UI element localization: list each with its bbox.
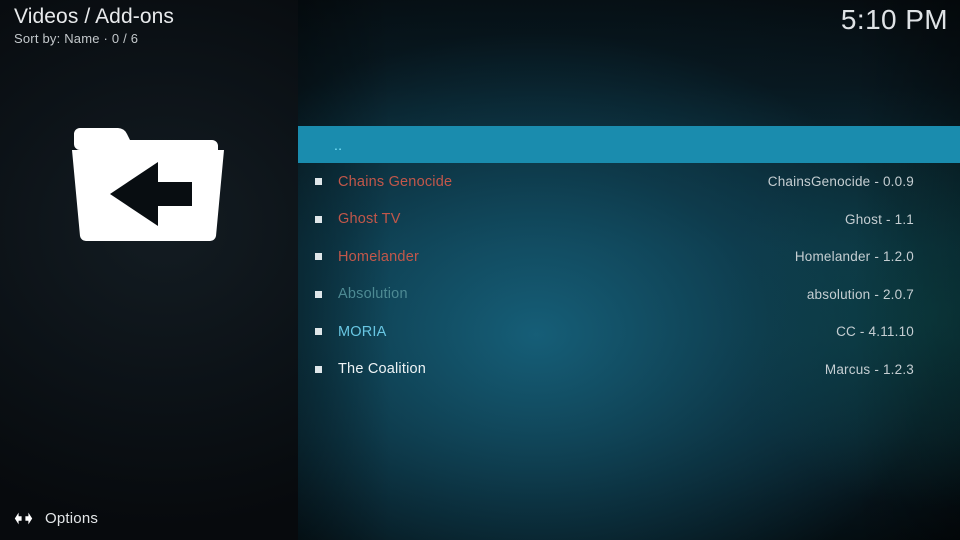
list-item[interactable]: Ghost TV Ghost - 1.1 [298,201,960,239]
sort-info-label: Sort by: Name · 0 / 6 [14,31,139,46]
kodi-addon-browser-screen: Videos / Add-ons Sort by: Name · 0 / 6 O… [0,0,960,540]
list-item-bullet-icon [315,365,322,373]
list-item-bullet-icon [315,253,322,261]
folder-up-icon [62,104,242,244]
list-item-label: The Coalition [338,361,427,378]
list-item-bullet-icon [315,215,322,223]
options-label: Options [45,509,99,527]
header-block: Videos / Add-ons Sort by: Name · 0 / 6 [14,4,294,46]
list-item-bullet-icon [315,328,322,336]
list-item[interactable]: MORIA CC - 4.11.10 [298,313,960,351]
clock-label: 5:10 PM [840,4,948,35]
list-item-version: Marcus - 1.2.3 [824,361,914,377]
list-item-bullet-icon [315,290,322,298]
page-title: Videos / Add-ons [14,5,174,28]
list-item[interactable]: .. [298,126,960,163]
list-item-label: Ghost TV [338,211,401,228]
list-item-version: absolution - 2.0.7 [806,286,914,302]
list-item[interactable]: Chains Genocide ChainsGenocide - 0.0.9 [298,163,960,201]
list-item-version: CC - 4.11.10 [836,324,914,340]
list-item-label: .. [334,136,343,153]
list-item-label: Chains Genocide [338,173,453,190]
list-item[interactable]: The Coalition Marcus - 1.2.3 [298,351,960,389]
options-arrows-icon [14,509,33,528]
addon-list: .. Chains Genocide ChainsGenocide - 0.0.9 G… [298,126,960,388]
list-item-version: Ghost - 1.1 [845,211,914,227]
list-item-label: Absolution [338,286,408,303]
list-item-label: MORIA [338,323,387,340]
list-item-label: Homelander [338,248,419,265]
right-content-panel: 5:10 PM .. Chains Genocide ChainsGenocide … [298,0,960,540]
list-item[interactable]: Homelander Homelander - 1.2.0 [298,238,960,276]
list-item[interactable]: Absolution absolution - 2.0.7 [298,276,960,314]
list-item-version: ChainsGenocide - 0.0.9 [767,174,914,190]
options-button[interactable]: Options [8,504,104,532]
list-item-version: Homelander - 1.2.0 [794,249,914,265]
list-item-bullet-icon [315,178,322,186]
left-info-panel: Videos / Add-ons Sort by: Name · 0 / 6 O… [0,0,298,540]
